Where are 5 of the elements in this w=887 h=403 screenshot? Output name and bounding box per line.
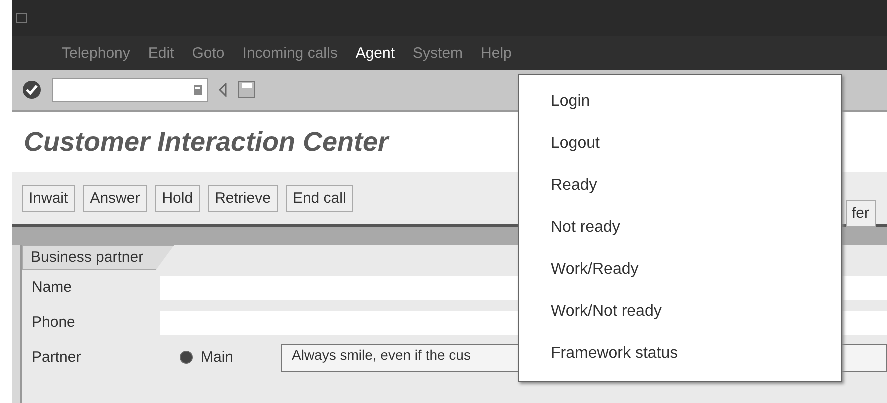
field-label: Partner	[31, 349, 82, 366]
radio-label: Main	[201, 349, 235, 366]
page-title: Customer Interaction Center	[24, 126, 389, 158]
field-label: Name	[31, 279, 74, 296]
field-label: Phone	[31, 314, 76, 331]
